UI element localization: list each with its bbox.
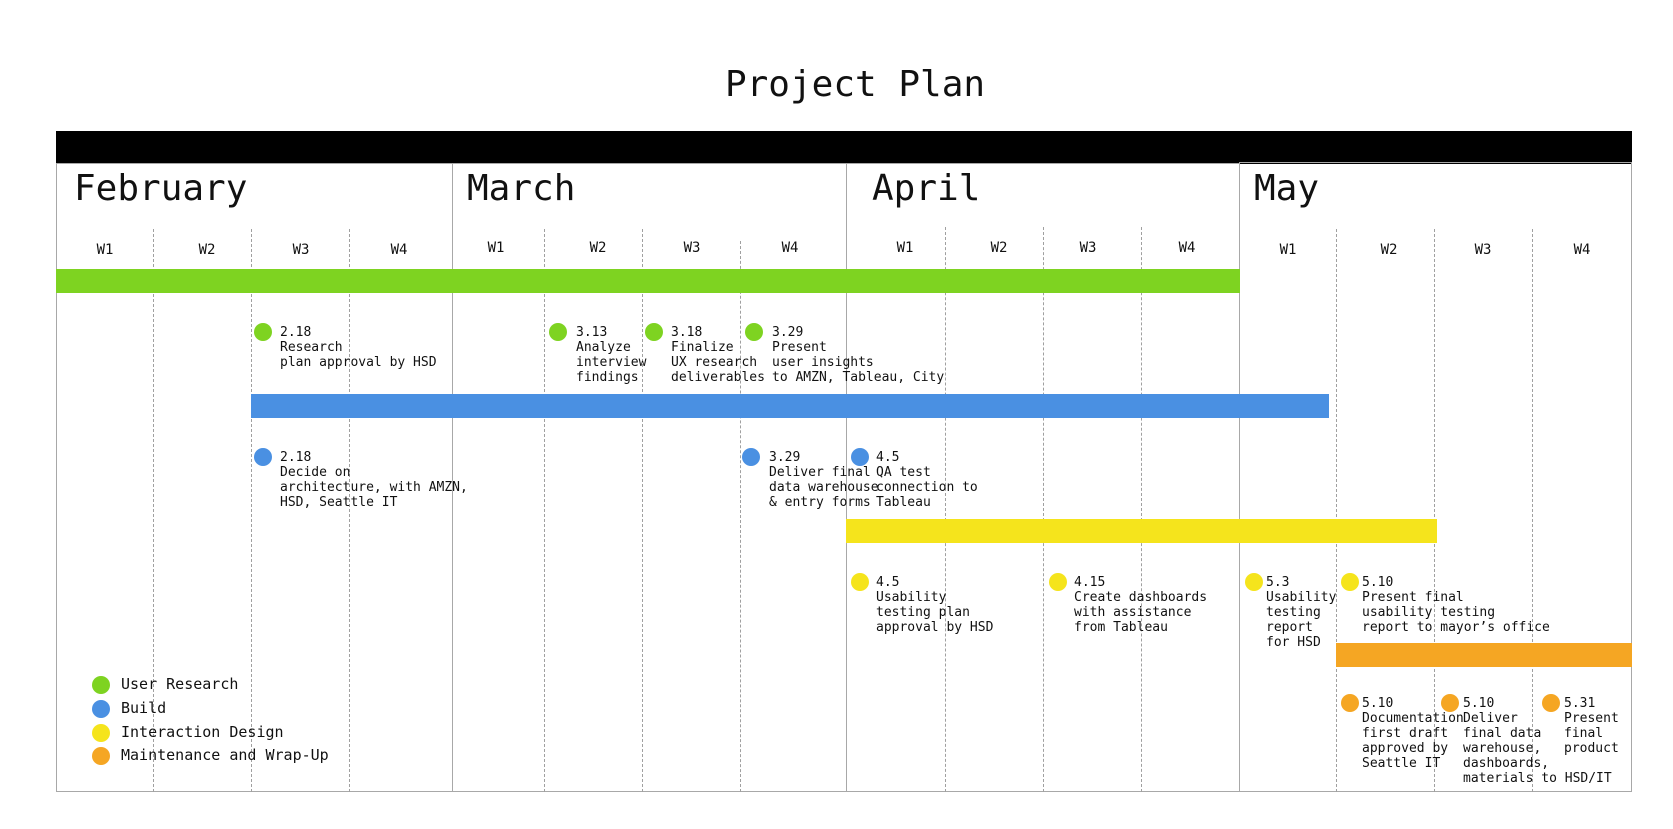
milestone-date: 2.18 [280,325,312,340]
week-divider [544,229,545,792]
milestone-date: 3.13 [576,325,608,340]
phase-bar-build [251,394,1329,418]
milestone-date: 4.15 [1074,575,1106,590]
month-label-march: March [467,168,576,209]
phase-bar-user-research [56,269,1240,293]
week-label: W2 [198,242,216,258]
week-divider [349,229,350,792]
week-label: W4 [1573,242,1591,258]
month-label-april: April [872,168,981,209]
milestone-dot [1341,573,1359,591]
milestone-note: 4.5 QA test connection to Tableau [876,450,978,510]
week-label: W2 [1380,242,1398,258]
milestone-note: 2.18 Decide on architecture, with AMZN, … [280,450,468,510]
month-label-may: May [1254,168,1320,209]
milestone-text: Usability testing plan approval by HSD [876,590,994,635]
milestone-date: 3.29 [772,325,804,340]
legend-label: User Research [121,675,239,693]
milestone-text: Deliver final data warehouse & entry for… [769,465,879,510]
week-label: W1 [487,240,505,256]
legend-swatch [92,700,110,718]
header-bar [56,131,1632,164]
milestone-dot [1049,573,1067,591]
week-label: W3 [292,242,310,258]
legend-label: Maintenance and Wrap-Up [121,746,329,764]
phase-bar-interaction-design [846,519,1437,543]
week-label: W2 [589,240,607,256]
milestone-dot [549,323,567,341]
milestone-text: Finalize UX research deliverables [671,340,765,385]
milestone-date: 4.5 [876,450,900,465]
milestone-note: 4.5 Usability testing plan approval by H… [876,575,993,635]
week-divider [740,241,741,792]
milestone-text: Analyze interview findings [576,340,647,385]
milestone-dot [254,323,272,341]
week-label: W1 [1279,242,1297,258]
milestone-date: 5.10 [1362,575,1394,590]
week-label: W1 [96,242,114,258]
month-label-february: February [74,168,248,209]
week-label: W3 [1474,242,1492,258]
milestone-note: 4.15 Create dashboards with assistance f… [1074,575,1207,635]
legend-label: Build [121,699,167,717]
milestone-date: 2.18 [280,450,312,465]
week-divider [1043,227,1044,792]
week-label: W3 [683,240,701,256]
milestone-dot [1441,694,1459,712]
milestone-dot [645,323,663,341]
milestone-dot [851,573,869,591]
week-label: W4 [1178,240,1196,256]
week-label: W4 [390,242,408,258]
legend-label: Interaction Design [121,723,284,741]
milestone-date: 5.31 [1564,696,1596,711]
milestone-note: 5.3 Usability testing report for HSD [1266,575,1336,650]
week-label: W3 [1079,240,1097,256]
milestone-note: 3.29 Present user insights to AMZN, Tabl… [772,325,944,385]
milestone-note: 2.18 Research plan approval by HSD [280,325,437,370]
week-label: W4 [781,240,799,256]
milestone-dot [851,448,869,466]
milestone-text: Research plan approval by HSD [280,340,437,370]
milestone-note: 5.31 Present final product [1564,696,1619,756]
milestone-text: Create dashboards with assistance from T… [1074,590,1208,635]
milestone-text: Present final product [1564,711,1619,756]
milestone-dot [742,448,760,466]
week-divider [251,229,252,792]
milestone-date: 4.5 [876,575,900,590]
milestone-dot [1341,694,1359,712]
milestone-date: 5.3 [1266,575,1290,590]
page-title: Project Plan [724,64,986,105]
week-divider [1336,229,1337,792]
milestone-text: Present final usability testing report t… [1362,590,1550,635]
phase-bar-maintenance [1336,643,1632,667]
legend-swatch [92,724,110,742]
week-divider [1141,227,1142,792]
milestone-text: Usability testing report for HSD [1266,590,1337,650]
milestone-text: Documentation first draft approved by Se… [1362,711,1464,771]
milestone-note: 3.13 Analyze interview findings [576,325,646,385]
milestone-dot [1542,694,1560,712]
legend-swatch [92,676,110,694]
week-label: W2 [990,240,1008,256]
milestone-dot [1245,573,1263,591]
milestone-text: Decide on architecture, with AMZN, HSD, … [280,465,468,510]
milestone-text: QA test connection to Tableau [876,465,978,510]
milestone-note: 5.10 Present final usability testing rep… [1362,575,1550,635]
milestone-text: Present user insights to AMZN, Tableau, … [772,340,945,385]
week-label: W1 [896,240,914,256]
milestone-dot [745,323,763,341]
legend-swatch [92,747,110,765]
week-divider [642,229,643,792]
milestone-dot [254,448,272,466]
